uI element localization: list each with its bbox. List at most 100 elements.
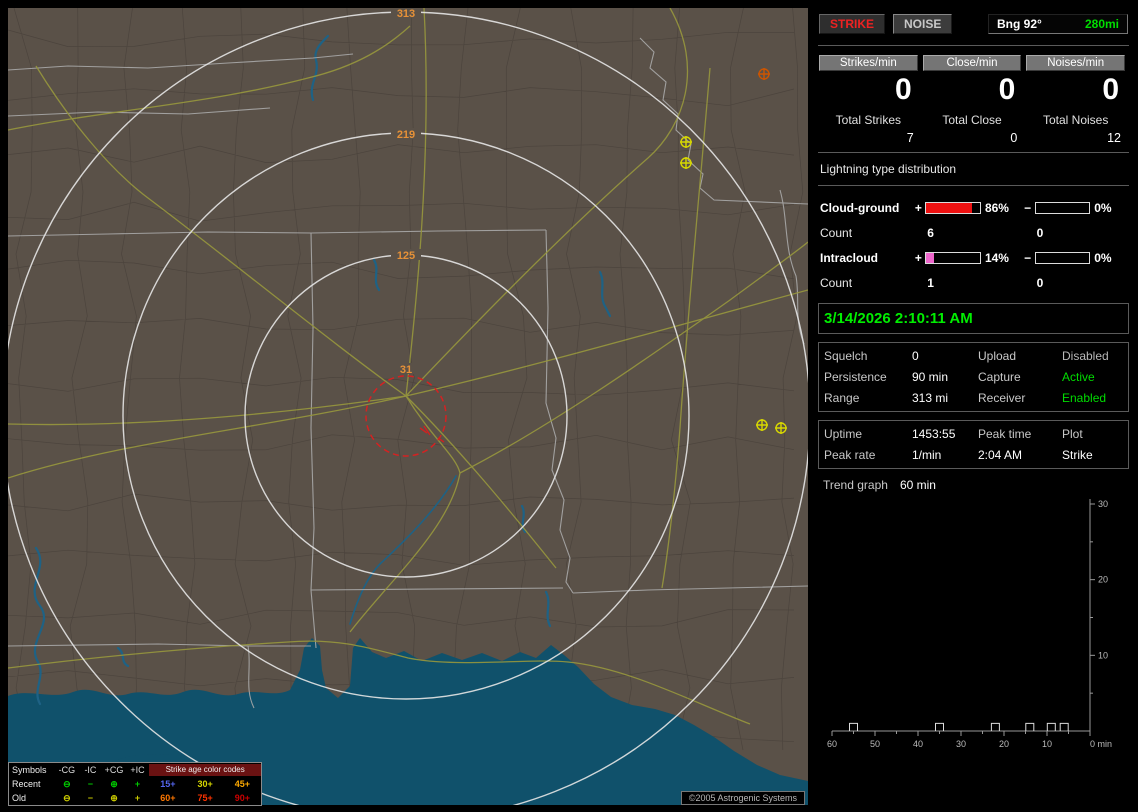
count-label: Count — [820, 275, 853, 290]
session-info-box: Uptime 1453:55 Peak time Plot Peak rate … — [818, 420, 1129, 469]
legend-col-neg-cg: -CG — [58, 764, 76, 775]
legend-age-title: Strike age color codes — [149, 764, 262, 776]
noises-per-min-value: 0 — [1102, 73, 1120, 106]
strikes-per-min-value: 0 — [894, 73, 912, 106]
minus-sign: − — [1024, 200, 1032, 215]
circle-minus-icon: ⊖ — [63, 778, 71, 789]
ring-label-125: 125 — [397, 250, 415, 262]
intracloud-label: Intracloud — [820, 250, 879, 265]
cg-negative-bar — [1034, 201, 1091, 214]
uptime-label: Uptime — [824, 427, 863, 441]
total-close-label: Total Close — [942, 113, 1002, 127]
upload-label: Upload — [978, 349, 1017, 363]
persistence-value: 90 min — [912, 370, 949, 384]
trend-graph-duration: 60 min — [899, 478, 936, 492]
divider — [818, 45, 1129, 46]
legend-symbols-title: Symbols — [12, 764, 47, 775]
peak-rate-label: Peak rate — [824, 448, 876, 462]
strike-trend-graph: 10 20 30 60 50 40 30 20 10 0 min — [827, 499, 1112, 749]
legend-old-row: Old ⊖ − ⊕ + 60+ 75+ 90+ — [9, 791, 261, 805]
capture-label: Capture — [978, 370, 1021, 384]
peak-time-label: Peak time — [978, 427, 1032, 441]
cg-positive-bar — [925, 201, 981, 214]
cloud-ground-count-row: Count 6 0 — [820, 220, 1130, 245]
uptime-value: 1453:55 — [912, 427, 956, 441]
intracloud-row: Intracloud + 14% − 0% — [820, 245, 1130, 270]
legend-col-pos-cg: +CG — [104, 764, 124, 775]
ring-label-219: 219 — [397, 129, 415, 141]
ring-label-31: 31 — [400, 364, 412, 376]
strikes-per-min-label[interactable]: Strikes/min — [819, 55, 918, 71]
age-30: 30+ — [197, 778, 213, 789]
legend-col-neg-ic: -IC — [84, 764, 97, 775]
svg-text:30: 30 — [956, 739, 966, 749]
lightning-distribution: Cloud-ground + 86% − 0% Count 6 0 Intrac… — [817, 193, 1130, 295]
legend-col-pos-ic: +IC — [130, 764, 145, 775]
capture-status: Active — [1062, 370, 1095, 384]
circle-plus-icon: ⊕ — [110, 792, 118, 803]
range-label: Range — [824, 391, 860, 405]
trend-graph-header: Trend graph 60 min — [817, 469, 1130, 492]
current-datetime: 3/14/2026 2:10:11 AM — [824, 310, 973, 327]
peak-time-value: 2:04 AM — [978, 448, 1023, 462]
display-mode-row: STRIKE NOISE Bng 92° 280mi — [817, 8, 1130, 38]
minus-sign: − — [1024, 250, 1032, 265]
cloud-ground-label: Cloud-ground — [820, 200, 900, 215]
svg-text:20: 20 — [999, 739, 1009, 749]
total-noises-label: Total Noises — [1042, 113, 1109, 127]
trend-graph-label: Trend graph — [823, 478, 888, 492]
ic-negative-bar — [1034, 251, 1091, 264]
ic-positive-percent: 14% — [984, 250, 1009, 265]
distance-value: 280mi — [1084, 17, 1119, 31]
minus-icon: − — [87, 792, 94, 803]
close-per-min-label[interactable]: Close/min — [922, 55, 1022, 71]
minus-icon: − — [87, 778, 94, 789]
age-90: 90+ — [234, 792, 251, 803]
total-strikes-value: 7 — [906, 131, 914, 145]
svg-text:50: 50 — [870, 739, 880, 749]
strike-toggle-button[interactable]: STRIKE — [819, 14, 886, 34]
persistence-label: Persistence — [824, 370, 887, 384]
cg-positive-percent: 86% — [984, 200, 1009, 215]
plot-label: Plot — [1062, 427, 1083, 441]
count-label: Count — [820, 225, 853, 240]
range-value: 313 mi — [912, 391, 949, 405]
receiver-label: Receiver — [978, 391, 1026, 405]
noises-per-min-label[interactable]: Noises/min — [1026, 55, 1126, 71]
cg-negative-percent: 0% — [1094, 200, 1112, 215]
circle-plus-icon: ⊕ — [110, 778, 118, 789]
close-rate-column: Close/min 0 Total Close 0 — [922, 55, 1022, 145]
ic-positive-count: 1 — [927, 275, 934, 290]
squelch-label: Squelch — [824, 349, 868, 363]
squelch-value: 0 — [912, 349, 919, 363]
svg-text:30: 30 — [1098, 499, 1108, 509]
age-45: 45+ — [234, 778, 251, 789]
ring-label-313: 313 — [397, 8, 415, 20]
total-noises-value: 12 — [1107, 131, 1122, 145]
divider — [818, 185, 1129, 186]
upload-status: Disabled — [1062, 349, 1109, 363]
total-strikes-label: Total Strikes — [835, 113, 902, 127]
legend-recent-label: Recent — [12, 778, 41, 789]
plus-icon: + — [134, 792, 141, 803]
ic-negative-percent: 0% — [1094, 250, 1112, 265]
noise-toggle-button[interactable]: NOISE — [893, 14, 953, 34]
intracloud-count-row: Count 1 0 — [820, 270, 1130, 295]
total-close-value: 0 — [1010, 131, 1018, 145]
legend-header-row: Symbols -CG -IC +CG +IC Strike age color… — [9, 763, 262, 777]
plot-value: Strike — [1062, 448, 1093, 462]
age-75: 75+ — [197, 792, 213, 803]
legend-recent-row: Recent ⊖ − ⊕ + 15+ 30+ 45+ — [9, 777, 261, 791]
plus-sign: + — [914, 200, 922, 215]
lightning-map-container: 313 219 125 31 Symbols -CG -IC +CG +IC S… — [8, 8, 808, 806]
svg-text:20: 20 — [1098, 575, 1108, 585]
rates-section: Strikes/min 0 Total Strikes 7 Close/min … — [817, 53, 1130, 145]
receiver-status-box: Squelch 0 Upload Disabled Persistence 90… — [818, 342, 1129, 412]
svg-text:0 min: 0 min — [1090, 739, 1112, 749]
svg-text:60: 60 — [827, 739, 837, 749]
plus-sign: + — [914, 250, 922, 265]
bearing-range-display: Bng 92° 280mi — [988, 14, 1128, 34]
noises-rate-column: Noises/min 0 Total Noises 12 — [1026, 55, 1126, 145]
close-per-min-value: 0 — [998, 73, 1016, 106]
svg-text:10: 10 — [1042, 739, 1052, 749]
